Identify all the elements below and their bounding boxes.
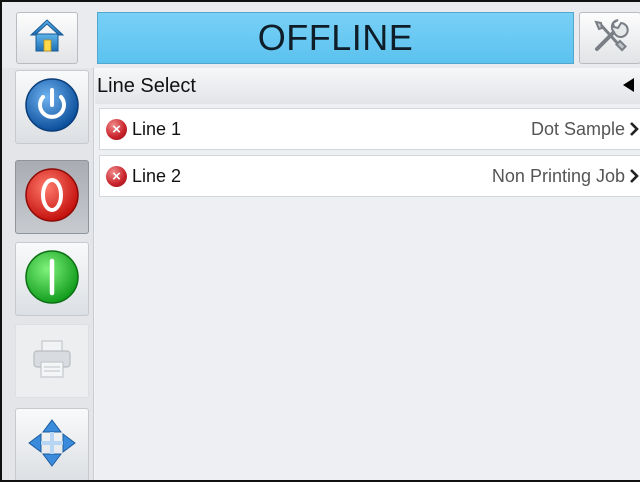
- power-icon: [23, 76, 81, 139]
- start-button[interactable]: [15, 242, 89, 316]
- collapse-arrow-icon[interactable]: [623, 78, 634, 92]
- chevron-right-icon: [627, 168, 640, 184]
- tools-icon: [590, 16, 630, 61]
- power-button[interactable]: [15, 70, 89, 144]
- status-text: OFFLINE: [257, 17, 414, 58]
- navigate-button[interactable]: [15, 408, 89, 480]
- print-button[interactable]: [15, 324, 89, 398]
- start-icon: [23, 248, 81, 311]
- stop-button[interactable]: [15, 160, 89, 234]
- section-header: Line Select: [95, 68, 640, 104]
- job-name: Non Printing Job: [491, 165, 625, 186]
- stop-icon: [23, 166, 81, 229]
- line-name: Line 2: [132, 165, 182, 186]
- home-icon: [28, 17, 66, 60]
- app-frame: OFFLINE Line Select × Line 1 Dot Sample …: [0, 0, 640, 482]
- tools-button[interactable]: [579, 12, 640, 64]
- sidebar: [2, 68, 94, 480]
- job-name: Dot Sample: [530, 118, 625, 139]
- status-banner: OFFLINE: [97, 12, 574, 64]
- top-bar: OFFLINE: [2, 2, 640, 68]
- line-select-panel: Line Select × Line 1 Dot Sample × Line 2…: [95, 68, 640, 480]
- chevron-right-icon: [627, 121, 640, 137]
- line-item[interactable]: × Line 1 Dot Sample: [99, 108, 640, 150]
- home-button[interactable]: [16, 12, 78, 64]
- line-item[interactable]: × Line 2 Non Printing Job: [99, 155, 640, 197]
- line-name: Line 1: [132, 118, 182, 139]
- move-arrows-icon: [25, 416, 79, 475]
- error-icon: ×: [106, 165, 127, 187]
- section-title: Line Select: [97, 74, 196, 97]
- error-icon: ×: [106, 118, 127, 140]
- printer-icon: [29, 336, 75, 387]
